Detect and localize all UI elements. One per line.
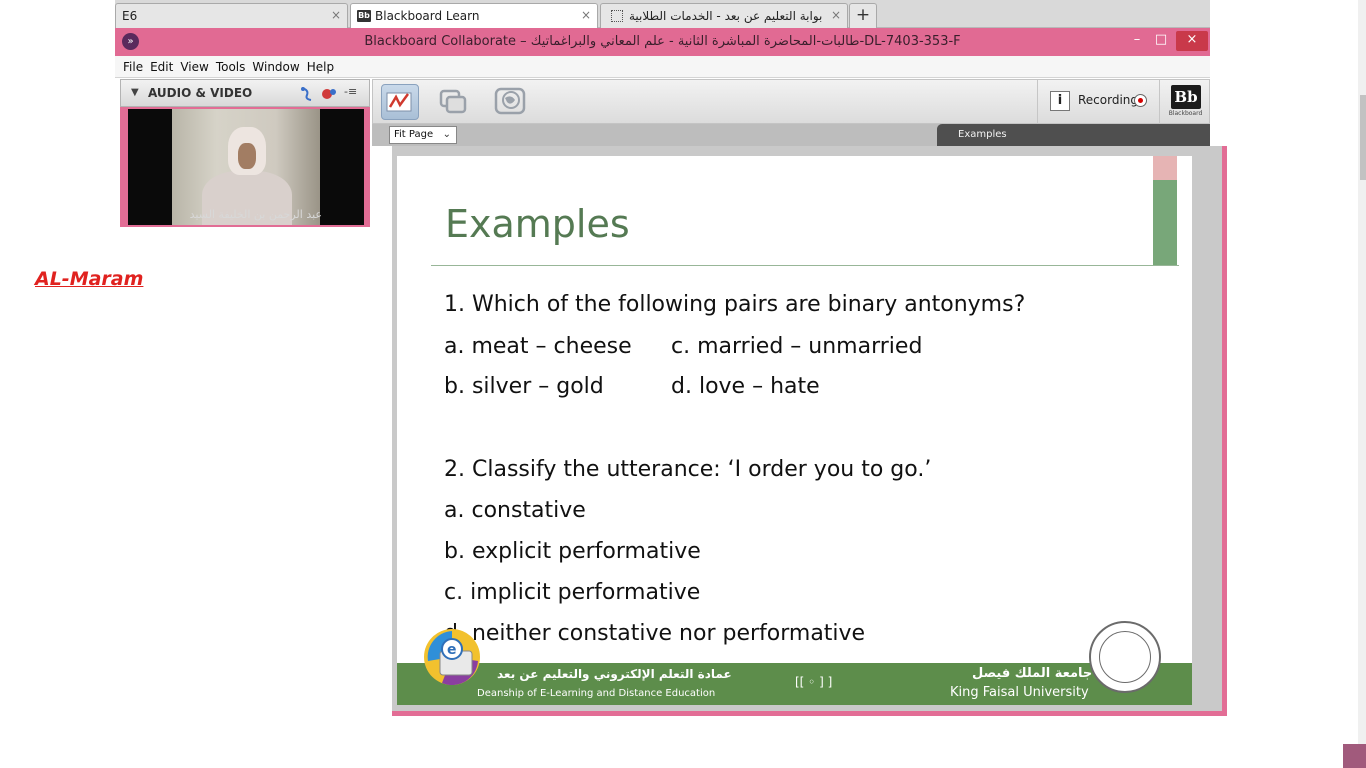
whiteboard-canvas: Examples 1. Which of the following pairs… (392, 146, 1222, 711)
web-tour-button[interactable] (493, 84, 531, 120)
audio-video-panel: ▼ AUDIO & VIDEO -≡ عبد الرحمن بن الخليفة… (120, 79, 370, 227)
slide-divider (431, 265, 1179, 266)
close-window-button[interactable]: × (1176, 31, 1208, 51)
blackboard-logo-area: Bb Blackboard (1159, 80, 1210, 124)
collaborate-app-icon[interactable]: » (122, 33, 139, 50)
page-scrollbar-thumb[interactable] (1360, 95, 1366, 180)
tab-e6[interactable]: E6 × (115, 3, 348, 28)
question-2-option-c: c. implicit performative (444, 580, 701, 605)
minimize-button[interactable]: – (1127, 31, 1147, 51)
menu-edit[interactable]: Edit (150, 60, 173, 74)
info-icon[interactable]: i (1050, 91, 1070, 111)
window-title: Blackboard Collaborate – طالبات-المحاضرة… (364, 34, 961, 49)
audio-video-title: AUDIO & VIDEO (148, 86, 253, 100)
slide-footer: عمادة التعلم الإلكتروني والتعليم عن بعد … (397, 663, 1192, 705)
slide-page-marker: [[ ◦ ] ] (795, 675, 833, 689)
slide-accent-green (1153, 180, 1177, 266)
recording-label: Recording (1078, 93, 1139, 107)
menu-file[interactable]: File (123, 60, 143, 74)
slide-accent-pink (1153, 156, 1177, 180)
tab-distance-learning-portal[interactable]: بوابة التعليم عن بعد - الخدمات الطلابية … (600, 3, 848, 28)
fit-page-select[interactable]: Fit Page ⌄ (389, 126, 457, 144)
close-tab-icon[interactable]: × (831, 8, 841, 22)
whiteboard-icon (386, 92, 412, 112)
page-title-tab[interactable]: Examples (937, 124, 1210, 146)
seal-inner-ring (1099, 631, 1151, 683)
question-1: 1. Which of the following pairs are bina… (444, 292, 1026, 317)
web-tour-icon (494, 87, 526, 115)
content-toolbar: i Recording Bb Blackboard (372, 79, 1210, 124)
audio-setup-icon[interactable] (299, 86, 315, 102)
question-2: 2. Classify the utterance: ‘I order you … (444, 457, 932, 482)
audio-video-header[interactable]: ▼ AUDIO & VIDEO -≡ (120, 79, 370, 107)
question-2-option-b: b. explicit performative (444, 539, 701, 564)
blackboard-logo-icon: Bb (1171, 85, 1201, 109)
slide-frame: Examples 1. Which of the following pairs… (392, 146, 1227, 716)
new-tab-button[interactable]: + (849, 3, 877, 28)
record-dot-icon (1138, 98, 1143, 103)
chevron-down-icon: ⌄ (442, 129, 451, 140)
record-button[interactable] (1134, 94, 1147, 107)
university-seal-icon (1089, 621, 1161, 693)
whiteboard-button[interactable] (381, 84, 419, 120)
tab-label: E6 (122, 9, 138, 23)
whiteboard-subbar: Fit Page ⌄ Examples (372, 124, 1210, 146)
recording-area: i Recording (1037, 80, 1159, 124)
menu-view[interactable]: View (180, 60, 208, 74)
menu-window[interactable]: Window (252, 60, 299, 74)
university-name-arabic: جامعة الملك فيصل (972, 666, 1093, 681)
page-favicon-icon (611, 10, 623, 22)
question-1-option-b: b. silver – gold (444, 374, 604, 399)
menu-tools[interactable]: Tools (216, 60, 246, 74)
tab-label: بوابة التعليم عن بعد - الخدمات الطلابية (629, 9, 823, 23)
maximize-button[interactable]: □ (1151, 31, 1171, 51)
video-person-face (238, 143, 256, 169)
application-sharing-icon (439, 89, 467, 114)
menu-bar: File Edit View Tools Window Help (115, 56, 1210, 78)
al-maram-label: AL-Maram (35, 268, 144, 290)
blackboard-logo-caption: Blackboard (1168, 110, 1203, 117)
elearning-logo-icon: e (424, 629, 480, 686)
panel-options-icon[interactable]: -≡ (344, 85, 357, 98)
menu-help[interactable]: Help (307, 60, 334, 74)
tab-blackboard-learn[interactable]: Bb Blackboard Learn × (350, 3, 598, 28)
svg-text:e: e (447, 642, 457, 658)
tab-label: Blackboard Learn (375, 9, 480, 23)
talk-settings-icon[interactable] (321, 86, 339, 102)
close-tab-icon[interactable]: × (581, 8, 591, 22)
close-tab-icon[interactable]: × (331, 8, 341, 22)
university-name-english: King Faisal University (950, 685, 1089, 700)
question-1-option-c: c. married – unmarried (671, 334, 923, 359)
browser-tab-strip: E6 × Bb Blackboard Learn × بوابة التعليم… (115, 0, 1210, 28)
video-feed: عبد الرحمن بن الخليفة السيد (128, 109, 364, 225)
deanship-name-arabic: عمادة التعلم الإلكتروني والتعليم عن بعد (497, 667, 732, 681)
fit-page-value: Fit Page (394, 129, 434, 140)
video-caption: عبد الرحمن بن الخليفة السيد (189, 208, 322, 221)
question-2-option-d: d. neither constative nor performative (444, 621, 866, 646)
application-sharing-button[interactable] (435, 84, 473, 120)
deanship-name-english: Deanship of E-Learning and Distance Educ… (477, 688, 716, 699)
corner-marker (1343, 744, 1366, 768)
slide-heading: Examples (445, 202, 630, 246)
question-2-option-a: a. constative (444, 498, 586, 523)
window-titlebar: Blackboard Collaborate – طالبات-المحاضرة… (115, 28, 1210, 56)
presentation-slide: Examples 1. Which of the following pairs… (397, 156, 1192, 705)
question-1-option-a: a. meat – cheese (444, 334, 632, 359)
blackboard-favicon-icon: Bb (357, 10, 371, 22)
question-1-option-d: d. love – hate (671, 374, 820, 399)
collapse-caret-icon[interactable]: ▼ (131, 87, 139, 98)
